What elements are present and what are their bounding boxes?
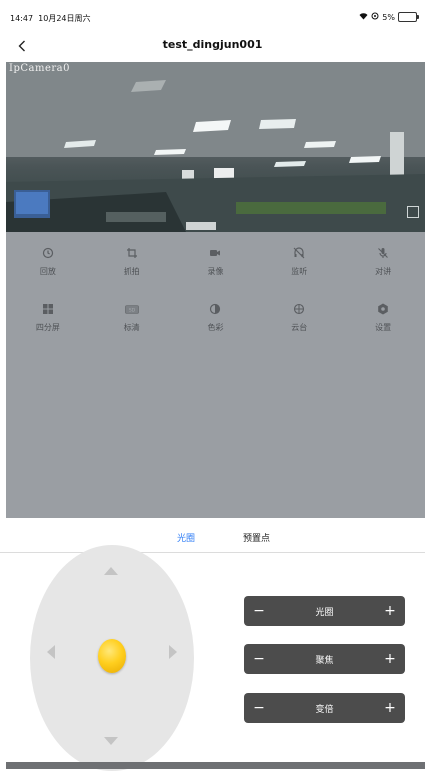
iris-plus-button[interactable]: +	[381, 600, 399, 622]
tab-iris[interactable]: 光圈	[177, 531, 195, 544]
arrow-up-icon[interactable]	[104, 567, 118, 575]
camera-label: IpCamera0	[9, 63, 70, 74]
settings-button[interactable]: 设置	[341, 302, 425, 358]
iris-adjuster: − 光圈 +	[244, 596, 405, 626]
playback-icon	[41, 246, 55, 260]
color-icon	[208, 302, 222, 316]
wifi-icon	[359, 12, 368, 22]
snapshot-button[interactable]: 抓拍	[90, 246, 174, 302]
fullscreen-icon[interactable]	[407, 206, 419, 218]
focus-adjuster: − 聚焦 +	[244, 644, 405, 674]
zoom-adjuster: − 变倍 +	[244, 693, 405, 723]
playback-button[interactable]: 回放	[6, 246, 90, 302]
status-time: 14:47 10月24日周六	[10, 13, 91, 24]
quality-button[interactable]: SD 标清	[90, 302, 174, 358]
listen-button[interactable]: 监听	[257, 246, 341, 302]
four-screen-label: 四分屏	[35, 323, 60, 332]
page-title: test_dingjun001	[162, 38, 263, 51]
control-panel: 回放 抓拍 录像 监听 对讲 四分屏 SD 标清 色彩 云台 设置	[6, 232, 425, 518]
ptz-tabs: 光圈 预置点	[0, 518, 425, 553]
settings-icon	[376, 302, 390, 316]
bottom-bar	[6, 762, 425, 769]
ptz-panel: − 光圈 + − 聚焦 + − 变倍 +	[0, 545, 425, 771]
battery-percent: 5%	[382, 12, 395, 22]
status-right: 5%	[359, 12, 419, 22]
status-bar: 14:47 10月24日周六 5%	[0, 0, 425, 34]
snapshot-label: 抓拍	[123, 267, 140, 276]
microphone-muted-icon	[376, 246, 390, 260]
playback-label: 回放	[39, 267, 56, 276]
record-label: 录像	[207, 267, 224, 276]
time-text: 14:47	[10, 14, 34, 23]
color-button[interactable]: 色彩	[174, 302, 258, 358]
video-record-icon	[208, 246, 222, 260]
joystick[interactable]	[30, 545, 194, 771]
tab-presets[interactable]: 预置点	[243, 531, 270, 544]
joystick-knob[interactable]	[98, 639, 126, 673]
control-row-2: 四分屏 SD 标清 色彩 云台 设置	[6, 302, 425, 358]
zoom-plus-button[interactable]: +	[381, 697, 399, 719]
talk-button[interactable]: 对讲	[341, 246, 425, 302]
lock-rotation-icon	[371, 12, 379, 22]
ptz-label: 云台	[291, 323, 308, 332]
date-text: 10月24日周六	[38, 14, 91, 23]
ptz-icon	[292, 302, 306, 316]
arrow-right-icon[interactable]	[169, 645, 177, 659]
four-screen-icon	[41, 302, 55, 316]
arrow-down-icon[interactable]	[104, 737, 118, 745]
color-label: 色彩	[207, 323, 224, 332]
battery-icon	[398, 12, 419, 22]
sd-badge-icon: SD	[124, 302, 139, 316]
office-scene	[6, 62, 425, 232]
talk-label: 对讲	[375, 267, 392, 276]
quality-label: 标清	[123, 323, 140, 332]
arrow-left-icon[interactable]	[47, 645, 55, 659]
listen-muted-icon	[292, 246, 306, 260]
crop-icon	[125, 246, 139, 260]
record-button[interactable]: 录像	[174, 246, 258, 302]
ptz-button[interactable]: 云台	[257, 302, 341, 358]
listen-label: 监听	[291, 267, 308, 276]
focus-plus-button[interactable]: +	[381, 648, 399, 670]
sd-badge-text: SD	[128, 307, 135, 313]
video-preview[interactable]: IpCamera0	[6, 62, 425, 232]
nav-bar: test_dingjun001	[0, 34, 425, 62]
control-row-1: 回放 抓拍 录像 监听 对讲	[6, 246, 425, 302]
settings-label: 设置	[375, 323, 392, 332]
four-screen-button[interactable]: 四分屏	[6, 302, 90, 358]
